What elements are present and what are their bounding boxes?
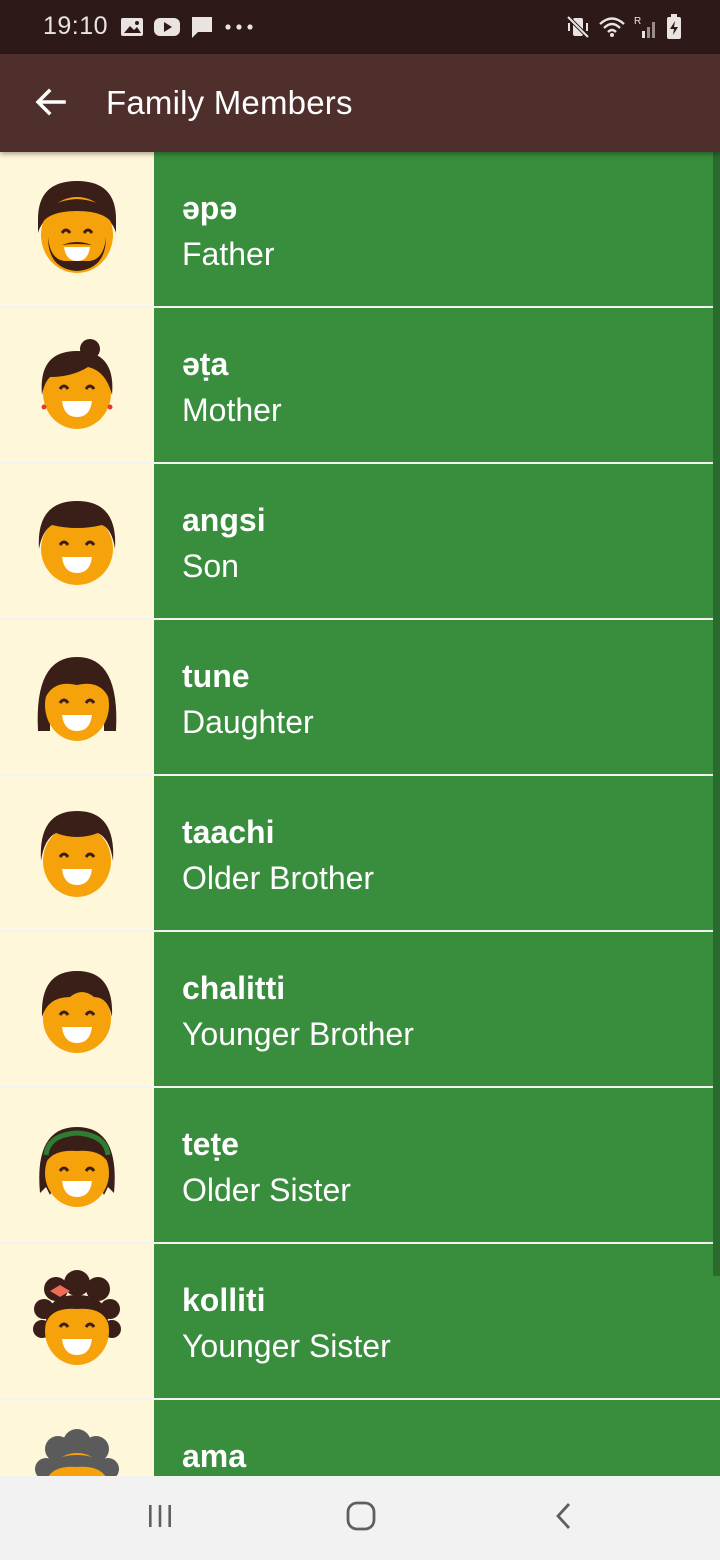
list-item[interactable]: taachi Older Brother	[0, 776, 720, 930]
gallery-icon	[120, 17, 144, 37]
english-meaning: Son	[182, 548, 239, 584]
list-item[interactable]: teṭe Older Sister	[0, 1088, 720, 1242]
app-bar: Family Members	[0, 54, 720, 152]
signal-roaming-icon: R	[634, 14, 658, 40]
english-meaning: Younger Brother	[182, 1016, 414, 1052]
mute-vibrate-icon	[566, 15, 590, 39]
message-icon	[190, 15, 214, 39]
woman-with-earrings-avatar-icon	[32, 333, 122, 438]
home-icon	[345, 1500, 377, 1537]
notification-icons	[120, 14, 254, 40]
nav-back-button[interactable]	[542, 1498, 586, 1538]
english-meaning: Older Brother	[182, 860, 375, 896]
english-meaning: Younger Sister	[182, 1328, 391, 1364]
native-word: tune	[182, 658, 250, 694]
svg-text:R: R	[634, 16, 641, 27]
avatar-cell	[0, 776, 154, 930]
status-bar: 19:10 R	[0, 0, 720, 54]
native-word: ama	[182, 1438, 247, 1474]
arrow-left-icon	[34, 88, 66, 121]
english-meaning: Daughter	[182, 704, 314, 740]
more-dots-icon	[224, 23, 254, 31]
item-text: əpə Father	[154, 152, 720, 306]
item-text: tune Daughter	[154, 620, 720, 774]
back-icon	[553, 1501, 575, 1536]
item-text: angsi Son	[154, 464, 720, 618]
status-time: 19:10	[43, 12, 109, 40]
grandmother-avatar-icon	[32, 1425, 122, 1476]
native-word: əpə	[182, 190, 238, 226]
list-item[interactable]: əpə Father	[0, 152, 720, 306]
battery-charging-icon	[666, 14, 682, 40]
wifi-icon	[598, 15, 626, 39]
item-text: taachi Older Brother	[154, 776, 720, 930]
recent-apps-icon	[145, 1503, 175, 1534]
english-meaning: Older Sister	[182, 1172, 351, 1208]
young-boy-avatar-icon	[32, 957, 122, 1062]
avatar-cell	[0, 932, 154, 1086]
native-word: taachi	[182, 814, 275, 850]
native-word: angsi	[182, 502, 266, 538]
girl-with-bow-avatar-icon	[32, 1269, 122, 1374]
list-item[interactable]: ama	[0, 1400, 720, 1476]
english-meaning: Mother	[182, 392, 282, 428]
list-item[interactable]: kolliti Younger Sister	[0, 1244, 720, 1398]
recent-apps-button[interactable]	[138, 1498, 182, 1538]
native-word: kolliti	[182, 1282, 266, 1318]
girl-with-headband-avatar-icon	[32, 1113, 122, 1218]
list-item[interactable]: angsi Son	[0, 464, 720, 618]
list-item[interactable]: chalitti Younger Brother	[0, 932, 720, 1086]
native-word: chalitti	[182, 970, 286, 1006]
back-button[interactable]	[22, 76, 78, 132]
avatar-cell	[0, 464, 154, 618]
english-meaning: Father	[182, 236, 275, 272]
item-text: əṭa Mother	[154, 308, 720, 462]
avatar-cell	[0, 308, 154, 462]
older-boy-avatar-icon	[32, 801, 122, 906]
navigation-bar	[0, 1476, 720, 1560]
girl-avatar-icon	[32, 645, 122, 750]
youtube-icon	[154, 17, 180, 37]
item-text: ama	[154, 1400, 720, 1476]
list-item[interactable]: əṭa Mother	[0, 308, 720, 462]
native-word: teṭe	[182, 1126, 239, 1162]
avatar-cell	[0, 152, 154, 306]
family-members-list: əpə Father əṭa Mother angsi Son tune Dau…	[0, 152, 720, 1476]
list-item[interactable]: tune Daughter	[0, 620, 720, 774]
item-text: kolliti Younger Sister	[154, 1244, 720, 1398]
page-title: Family Members	[106, 84, 353, 121]
item-text: chalitti Younger Brother	[154, 932, 720, 1086]
man-with-beard-avatar-icon	[32, 177, 122, 282]
avatar-cell	[0, 620, 154, 774]
avatar-cell	[0, 1244, 154, 1398]
native-word: əṭa	[182, 346, 229, 382]
item-text: teṭe Older Sister	[154, 1088, 720, 1242]
avatar-cell	[0, 1088, 154, 1242]
scrollbar[interactable]	[713, 152, 720, 1276]
boy-avatar-icon	[32, 489, 122, 594]
avatar-cell	[0, 1400, 154, 1476]
system-icons: R	[566, 12, 682, 42]
home-button[interactable]	[339, 1498, 383, 1538]
